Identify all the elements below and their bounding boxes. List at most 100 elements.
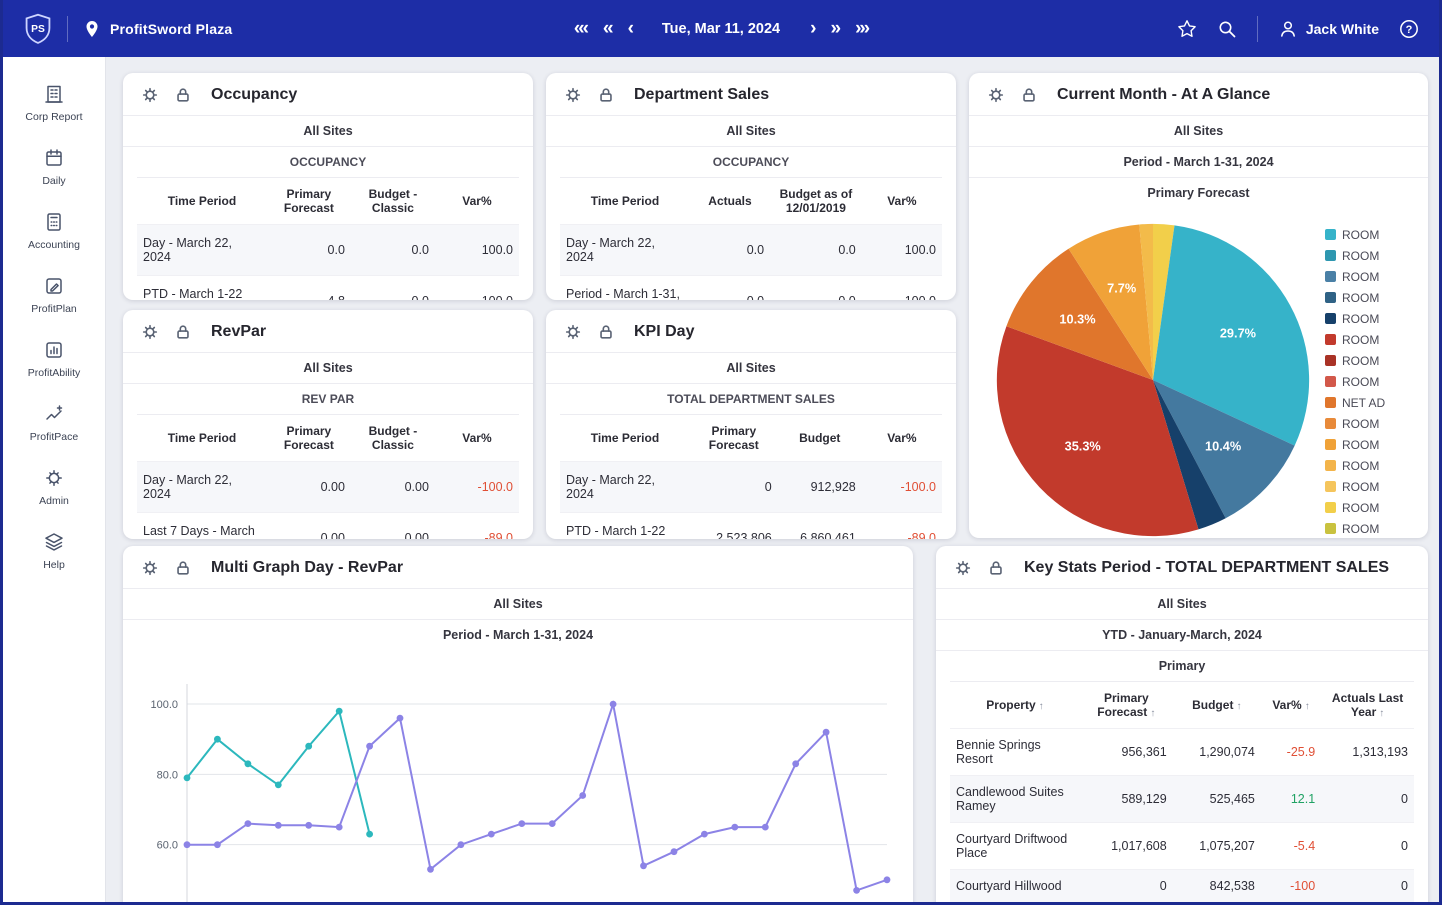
sidebar-item-accounting[interactable]: Accounting [3,199,105,263]
table-row: Day - March 22, 20240.000.00-100.0 [137,462,519,513]
card-title: RevPar [211,323,266,341]
legend-label: ROOM [1342,291,1379,305]
user-menu[interactable]: Jack White [1278,19,1379,39]
data-point [184,841,191,848]
sidebar-item-profitability[interactable]: ProfitAbility [3,327,105,391]
sidebar-item-label: Help [43,559,65,571]
all-sites-label: All Sites [546,115,956,146]
legend-label: ROOM [1342,459,1379,473]
calendar-icon [43,147,65,169]
value-cell: 6,860,461 [778,513,862,540]
previous-month-button[interactable]: ‹‹ [603,19,612,38]
site-selector[interactable]: ProfitSword Plaza [82,19,232,39]
column-header: Primary Forecast [267,178,351,225]
far-previous-button[interactable]: ‹‹‹ [574,19,587,38]
widget-settings-gear-icon[interactable] [141,323,159,341]
value-cell: 12.1 [1261,776,1321,823]
legend-item: ROOM [1325,266,1401,287]
value-cell: -100 [1261,870,1321,903]
topbar-divider [67,16,68,42]
current-date-label[interactable]: Tue, Mar 11, 2024 [662,21,780,37]
lock-icon[interactable] [597,323,615,341]
widget-settings-gear-icon[interactable] [987,86,1005,104]
value-cell: 100.0 [435,276,519,301]
y-axis-tick-label: 60.0 [157,840,178,852]
value-cell: 0.0 [690,276,770,301]
pie-slice-label: 35.3% [1065,438,1101,453]
all-sites-label: All Sites [123,588,913,619]
lock-icon[interactable] [597,86,615,104]
table-row: Period - March 1-31, 20240.00.0100.0 [560,276,942,301]
widget-settings-gear-icon[interactable] [954,559,972,577]
data-point [245,760,252,767]
sidebar-item-help[interactable]: Help [3,519,105,583]
column-header[interactable]: Var%↑ [1261,682,1321,729]
legend-label: ROOM [1342,354,1379,368]
user-icon [1278,19,1298,39]
lock-icon[interactable] [1020,86,1038,104]
value-cell: 0 [1321,776,1414,823]
previous-day-button[interactable]: ‹ [628,19,632,38]
data-point [731,824,738,831]
data-point [366,831,373,838]
sidebar-item-daily[interactable]: Daily [3,135,105,199]
series-label: Primary [936,650,1428,681]
lock-icon[interactable] [174,559,192,577]
period-label: Period - March 1-31, 2024 [123,619,913,650]
section-label: OCCUPANCY [123,146,533,177]
column-header: Primary Forecast [690,415,778,462]
data-point [640,862,647,869]
legend-item: ROOM [1325,497,1401,518]
sidebar-item-label: ProfitPlan [31,303,77,315]
table-row: Courtyard Hillwood0842,538-1000 [950,870,1414,903]
search-icon[interactable] [1217,19,1237,39]
widget-settings-gear-icon[interactable] [564,323,582,341]
favorites-star-icon[interactable] [1177,19,1197,39]
lock-icon[interactable] [987,559,1005,577]
value-cell: 0.00 [267,462,351,513]
next-month-button[interactable]: ›› [830,19,839,38]
row-label-cell: Day - March 22, 2024 [560,225,690,276]
sidebar-item-admin[interactable]: Admin [3,455,105,519]
lock-icon[interactable] [174,86,192,104]
far-next-button[interactable]: ››› [855,19,868,38]
lock-icon[interactable] [174,323,192,341]
column-header[interactable]: Budget↑ [1173,682,1261,729]
legend-label: ROOM [1342,501,1379,515]
sidebar-item-corp-report[interactable]: Corp Report [3,71,105,135]
column-header[interactable]: Primary Forecast↑ [1080,682,1173,729]
sidebar-item-label: Admin [39,495,69,507]
column-header[interactable]: Actuals Last Year↑ [1321,682,1414,729]
help-icon[interactable]: ? [1399,19,1419,39]
sidebar-item-profitpace[interactable]: ProfitPace [3,391,105,455]
user-name-label: Jack White [1306,21,1379,37]
widget-settings-gear-icon[interactable] [141,86,159,104]
data-point [275,822,282,829]
section-label: REV PAR [123,383,533,414]
widget-settings-gear-icon[interactable] [141,559,159,577]
value-cell: 912,928 [778,462,862,513]
data-point [275,782,282,789]
line-chart: 100.080.060.040.0 [123,676,913,902]
column-header: Actuals [690,178,770,225]
department-sales-table: Time PeriodActualsBudget as of 12/01/201… [546,177,956,300]
next-day-button[interactable]: › [810,19,814,38]
sidebar-item-profitplan[interactable]: ProfitPlan [3,263,105,327]
layers-icon [43,531,65,553]
legend-label: ROOM [1342,249,1379,263]
data-point [884,876,891,883]
all-sites-label: All Sites [969,115,1428,146]
legend-label: ROOM [1342,333,1379,347]
sidebar-item-label: Daily [42,175,65,187]
legend-label: ROOM [1342,438,1379,452]
legend-swatch [1325,271,1336,282]
profitsword-logo-icon[interactable]: PS [23,13,53,45]
card-key-stats: Key Stats Period - TOTAL DEPARTMENT SALE… [936,546,1428,902]
column-header[interactable]: Property↑ [950,682,1080,729]
widget-settings-gear-icon[interactable] [564,86,582,104]
sort-arrow-icon: ↑ [1305,701,1310,712]
calculator-icon [43,211,65,233]
all-sites-label: All Sites [936,588,1428,619]
column-header: Budget - Classic [351,178,435,225]
all-sites-label: All Sites [123,115,533,146]
